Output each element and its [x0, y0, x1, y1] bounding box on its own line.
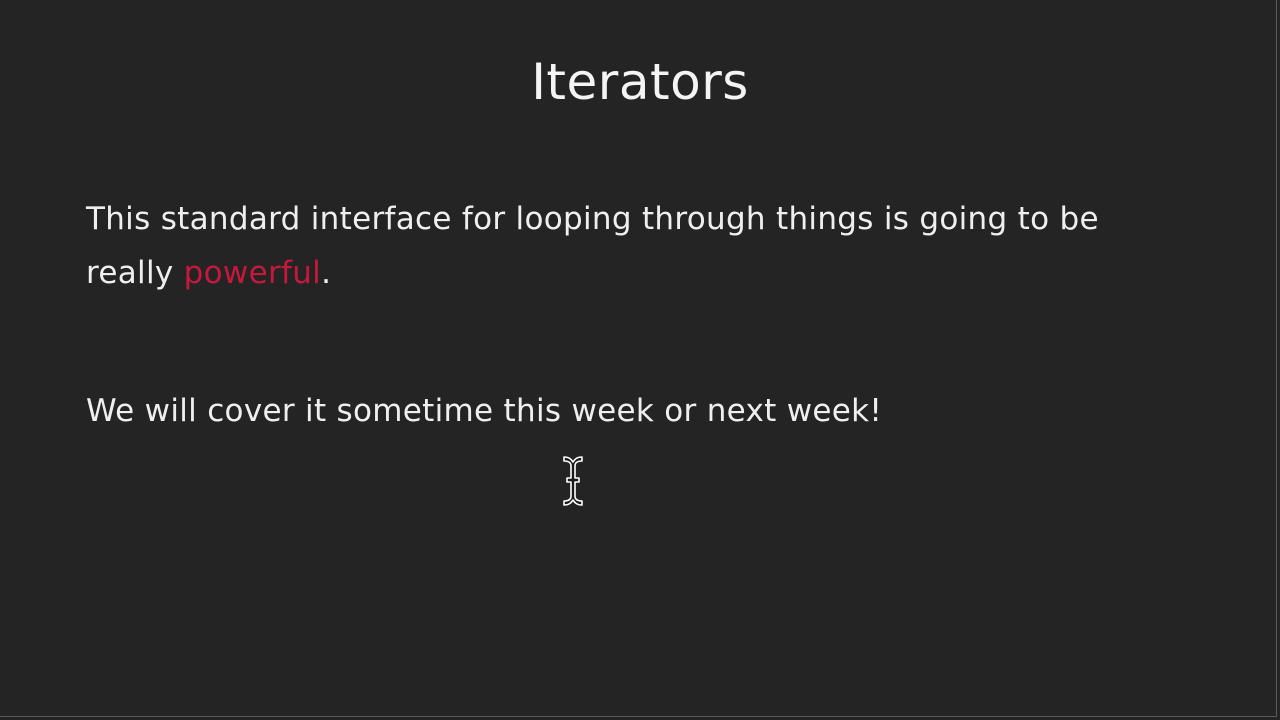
- slide-border-right: [1276, 0, 1277, 716]
- slide-border-bottom: [0, 716, 1277, 717]
- presentation-slide: Iterators This standard interface for lo…: [0, 0, 1280, 720]
- slide-paragraph-1: This standard interface for looping thro…: [86, 192, 1186, 300]
- paragraph-1-end: .: [321, 255, 332, 291]
- text-ibeam-cursor-icon: [563, 456, 583, 506]
- slide-title: Iterators: [531, 53, 749, 111]
- slide-paragraph-2: We will cover it sometime this week or n…: [86, 393, 883, 429]
- highlighted-word: powerful: [183, 255, 322, 291]
